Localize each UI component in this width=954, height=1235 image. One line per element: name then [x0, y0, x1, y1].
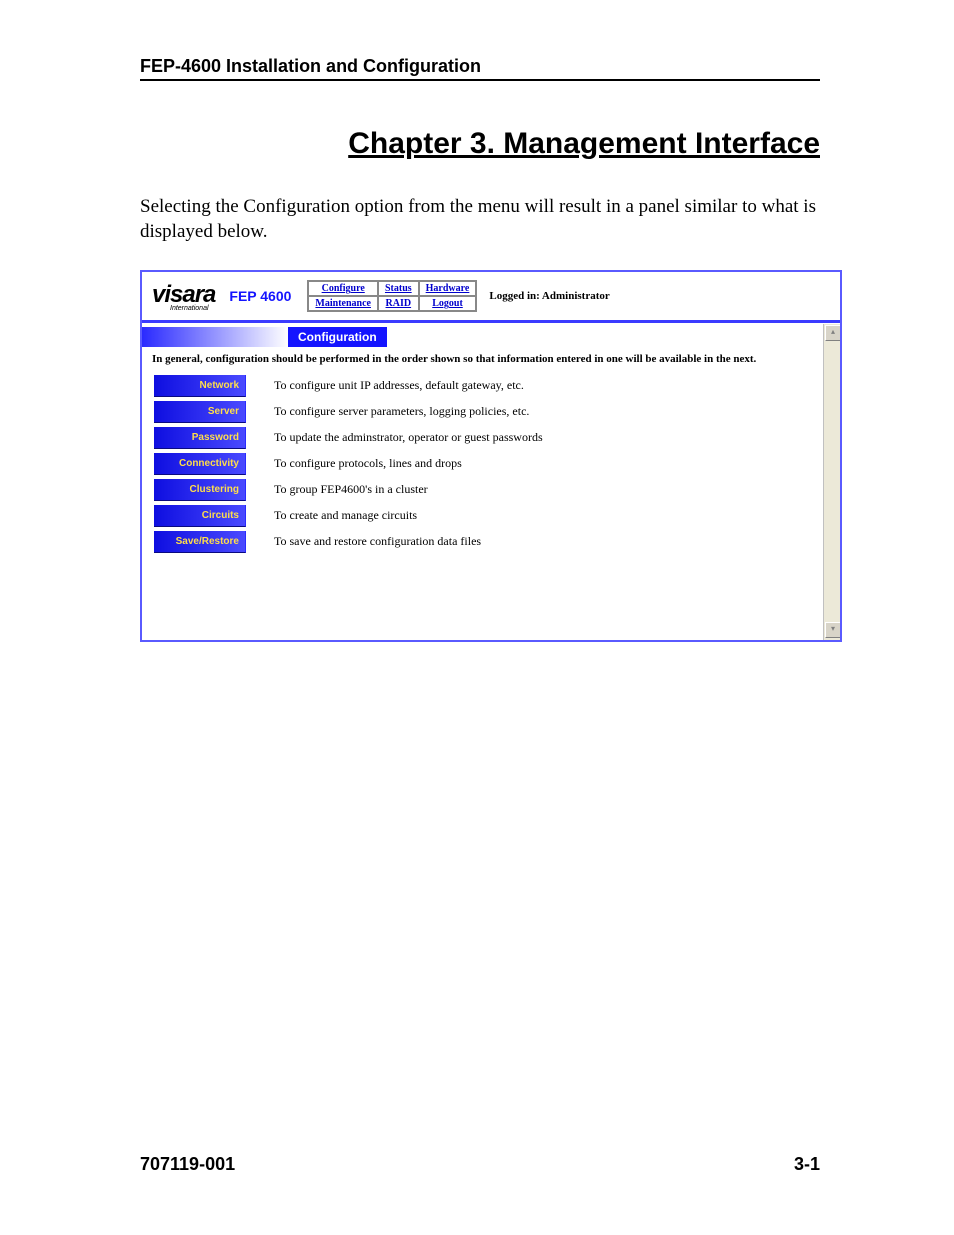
- section-title-bar: Configuration: [142, 327, 840, 347]
- menu-row-clustering: Clustering To group FEP4600's in a clust…: [142, 477, 840, 503]
- embedded-screenshot: visara International FEP 4600 Configure …: [140, 270, 842, 642]
- footer-page-number: 3-1: [794, 1154, 820, 1175]
- footer-doc-number: 707119-001: [140, 1154, 235, 1175]
- intro-paragraph: Selecting the Configuration option from …: [140, 195, 820, 244]
- menu-desc-connectivity: To configure protocols, lines and drops: [274, 456, 462, 471]
- menu-button-password[interactable]: Password: [154, 427, 246, 449]
- menu-button-save-restore[interactable]: Save/Restore: [154, 531, 246, 553]
- section-title-gradient: [142, 327, 288, 347]
- page-footer: 707119-001 3-1: [140, 1154, 820, 1175]
- nav-status[interactable]: Status: [378, 281, 419, 296]
- app-header: visara International FEP 4600 Configure …: [142, 272, 840, 323]
- menu-button-clustering[interactable]: Clustering: [154, 479, 246, 501]
- menu-row-save-restore: Save/Restore To save and restore configu…: [142, 529, 840, 555]
- nav-maintenance[interactable]: Maintenance: [308, 296, 378, 311]
- nav-logout[interactable]: Logout: [419, 296, 477, 311]
- menu-row-connectivity: Connectivity To configure protocols, lin…: [142, 451, 840, 477]
- scroll-down-icon[interactable]: ▾: [825, 622, 841, 638]
- menu-row-server: Server To configure server parameters, l…: [142, 399, 840, 425]
- nav-configure[interactable]: Configure: [308, 281, 378, 296]
- product-label: FEP 4600: [229, 288, 291, 304]
- logo-subtext: International: [170, 305, 215, 312]
- scrollbar[interactable]: ▴ ▾: [823, 324, 840, 640]
- menu-row-network: Network To configure unit IP addresses, …: [142, 373, 840, 399]
- main-nav: Configure Status Hardware Maintenance RA…: [307, 280, 477, 312]
- section-title: Configuration: [288, 327, 387, 347]
- menu-button-server[interactable]: Server: [154, 401, 246, 423]
- scroll-up-icon[interactable]: ▴: [825, 325, 841, 341]
- nav-hardware[interactable]: Hardware: [419, 281, 477, 296]
- menu-desc-password: To update the adminstrator, operator or …: [274, 430, 543, 445]
- logo-block: visara International: [152, 281, 215, 312]
- menu-button-connectivity[interactable]: Connectivity: [154, 453, 246, 475]
- chapter-title: Chapter 3. Management Interface: [140, 127, 820, 161]
- menu-button-network[interactable]: Network: [154, 375, 246, 397]
- menu-row-circuits: Circuits To create and manage circuits: [142, 503, 840, 529]
- section-intro: In general, configuration should be perf…: [142, 347, 840, 372]
- nav-raid[interactable]: RAID: [378, 296, 419, 311]
- menu-desc-network: To configure unit IP addresses, default …: [274, 378, 524, 393]
- logged-in-label: Logged in: Administrator: [489, 290, 609, 302]
- menu-desc-server: To configure server parameters, logging …: [274, 404, 529, 419]
- running-header: FEP-4600 Installation and Configuration: [140, 56, 820, 81]
- menu-button-circuits[interactable]: Circuits: [154, 505, 246, 527]
- menu-desc-clustering: To group FEP4600's in a cluster: [274, 482, 428, 497]
- menu-row-password: Password To update the adminstrator, ope…: [142, 425, 840, 451]
- document-page: FEP-4600 Installation and Configuration …: [0, 0, 954, 1235]
- menu-desc-circuits: To create and manage circuits: [274, 508, 417, 523]
- menu-desc-save-restore: To save and restore configuration data f…: [274, 534, 481, 549]
